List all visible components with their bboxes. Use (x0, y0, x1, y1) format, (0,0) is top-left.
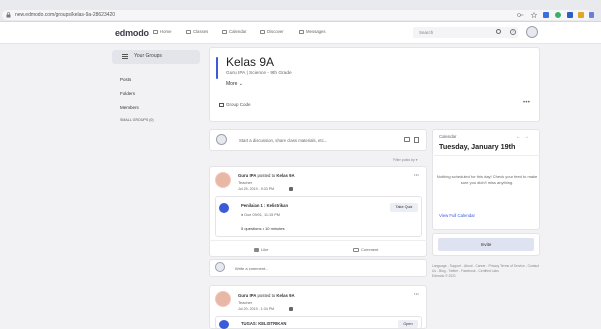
search-placeholder: Search (419, 30, 434, 35)
post-options-icon[interactable]: ••• (414, 172, 419, 177)
discover-icon (260, 29, 265, 34)
sidebar-item-folders[interactable]: Folders (120, 91, 135, 96)
nav-messages[interactable]: Messages (299, 29, 326, 34)
user-avatar[interactable] (526, 26, 538, 38)
sidebar-item-posts[interactable]: Posts (120, 77, 131, 82)
author-avatar (215, 172, 231, 188)
like-button[interactable]: Like (254, 247, 268, 252)
calendar-empty-message: Nothing scheduled for this day! Check yo… (436, 174, 538, 185)
calendar-label: Calendar (439, 134, 457, 139)
search-icon[interactable] (496, 29, 501, 34)
menu-icon (122, 54, 128, 59)
nav-discover[interactable]: Discover (260, 29, 284, 34)
url-text[interactable]: new.edmodo.com/groups/kelas-9a-28623420 (15, 12, 115, 18)
group-subtitle: Guru IPA | Science - 9th Grade (226, 71, 292, 76)
audience-icon (289, 307, 293, 311)
open-button[interactable]: Open (398, 320, 418, 328)
sidebar-item-members[interactable]: Members (120, 105, 139, 110)
audience-icon (289, 187, 293, 191)
post-options-icon[interactable]: ••• (414, 291, 419, 296)
comment-avatar (215, 262, 225, 272)
extension-icon-docs[interactable] (567, 12, 573, 18)
messages-icon (299, 29, 304, 34)
post-header: Guru IPA posted to Kelas 9A (238, 293, 295, 298)
key-icon[interactable] (517, 12, 524, 18)
quiz-icon (219, 203, 229, 213)
help-icon[interactable]: ? (510, 29, 516, 35)
divider (432, 155, 540, 156)
chevron-down-icon: ⌄ (238, 81, 243, 87)
calendar-nav: ← → (516, 134, 529, 140)
classes-icon (186, 29, 191, 34)
assignment-title[interactable]: TUGAS: KELISTRIKAN (241, 321, 286, 326)
comment-icon (353, 247, 359, 252)
star-icon[interactable] (531, 12, 537, 18)
extension-icon-purple[interactable] (589, 12, 594, 18)
lock-icon (6, 12, 11, 18)
filter-posts-dropdown[interactable]: Filter posts by ▾ (393, 158, 418, 162)
extension-icon-green[interactable] (555, 12, 561, 18)
composer-avatar (216, 134, 227, 145)
image-icon[interactable] (404, 137, 410, 142)
post-header: Guru IPA posted to Kelas 9A (238, 173, 295, 178)
nav-home[interactable]: Home (153, 29, 171, 34)
quiz-due: ● Due 09/01, 11:15 PM (241, 213, 280, 217)
quiz-meta: 5 questions • 10 minutes (241, 226, 285, 231)
group-code-button[interactable]: Group Code (219, 102, 251, 107)
post-timestamp: Jul 20, 2019 - 1:34 PM (238, 307, 275, 311)
assignment-icon (219, 320, 229, 329)
comment-input[interactable]: Write a comment... (235, 266, 269, 271)
post-timestamp: Jul 25, 2019 - 9:33 PM (238, 187, 275, 191)
code-icon (219, 102, 224, 107)
small-groups-heading[interactable]: SMALL GROUPS (0) (120, 118, 154, 122)
more-dropdown[interactable]: More ⌄ (226, 81, 243, 87)
nav-classes[interactable]: Classes (186, 29, 208, 34)
calendar-date: Tuesday, January 19th (439, 142, 516, 151)
extension-icon-blue[interactable] (543, 12, 549, 18)
composer-placeholder[interactable]: Start a discussion, share class material… (239, 138, 327, 143)
arrow-right-icon[interactable]: → (524, 134, 529, 140)
calendar-icon (222, 29, 227, 34)
edmodo-logo[interactable]: edmodo (115, 28, 149, 38)
take-quiz-button[interactable]: Take Quiz (390, 203, 418, 212)
author-role: Teacher (238, 180, 253, 185)
comment-button[interactable]: Comment (353, 247, 378, 252)
author-avatar (215, 291, 231, 307)
nav-calendar[interactable]: Calendar (222, 29, 246, 34)
attachment-icon[interactable] (414, 137, 419, 143)
group-options-icon[interactable]: ••• (523, 100, 530, 106)
author-role: Teacher (238, 300, 253, 305)
extension-icon-yellow[interactable] (578, 12, 584, 18)
arrow-left-icon[interactable]: ← (516, 134, 521, 140)
group-accent-bar (216, 57, 218, 79)
divider (209, 240, 427, 241)
view-full-calendar-link[interactable]: View Full Calendar (439, 213, 475, 218)
footer-links[interactable]: Language - Support - About - Career - Pr… (432, 264, 540, 279)
group-title: Kelas 9A (226, 55, 275, 69)
thumbs-up-icon (254, 247, 259, 252)
invite-button[interactable]: Invite (438, 238, 534, 251)
your-groups-label: Your Groups (134, 53, 162, 59)
home-icon (153, 29, 158, 34)
quiz-title[interactable]: Penilaian 1 : Kelistrikan (241, 203, 288, 208)
